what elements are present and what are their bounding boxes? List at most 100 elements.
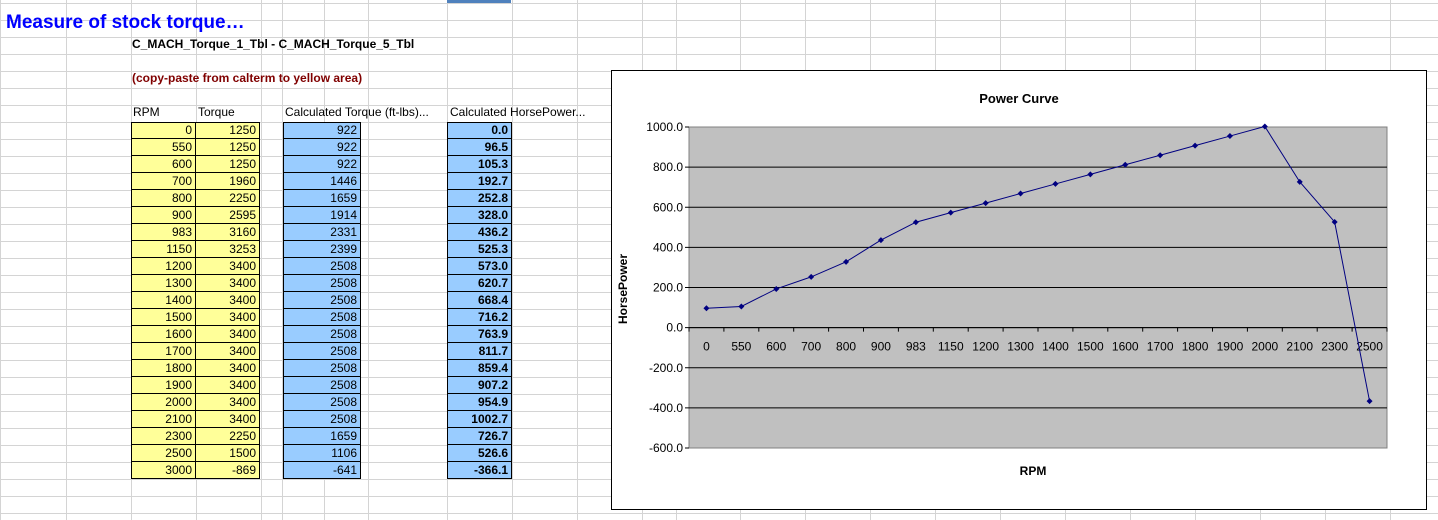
- torque-cell[interactable]: 1250: [195, 156, 260, 173]
- x-tick-label: 900: [871, 340, 891, 354]
- header-calc-torque[interactable]: Calculated Torque (ft-lbs)...: [285, 104, 429, 121]
- calc-hp-cell[interactable]: 763.9: [447, 326, 512, 343]
- calc-hp-cell[interactable]: 436.2: [447, 224, 512, 241]
- torque-cell[interactable]: 3400: [195, 326, 260, 343]
- x-tick-label: 1500: [1077, 340, 1104, 354]
- torque-cell[interactable]: 3400: [195, 411, 260, 428]
- rpm-cell[interactable]: 3000: [131, 462, 196, 479]
- calc-hp-cell[interactable]: 525.3: [447, 241, 512, 258]
- rpm-cell[interactable]: 1700: [131, 343, 196, 360]
- calc-hp-cell[interactable]: 859.4: [447, 360, 512, 377]
- rpm-cell[interactable]: 600: [131, 156, 196, 173]
- torque-cell[interactable]: 3400: [195, 292, 260, 309]
- torque-cell[interactable]: 3400: [195, 377, 260, 394]
- torque-cell[interactable]: 3400: [195, 309, 260, 326]
- calc-torque-cell[interactable]: 2508: [283, 377, 361, 394]
- calc-torque-cell[interactable]: 1106: [283, 445, 361, 462]
- calc-hp-cell[interactable]: 105.3: [447, 156, 512, 173]
- torque-cell[interactable]: -869: [195, 462, 260, 479]
- rpm-cell[interactable]: 1800: [131, 360, 196, 377]
- calc-hp-cell[interactable]: 192.7: [447, 173, 512, 190]
- rpm-cell[interactable]: 800: [131, 190, 196, 207]
- calc-hp-cell[interactable]: 716.2: [447, 309, 512, 326]
- torque-cell[interactable]: 1500: [195, 445, 260, 462]
- calc-hp-cell[interactable]: 328.0: [447, 207, 512, 224]
- torque-cell[interactable]: 2250: [195, 428, 260, 445]
- calc-torque-cell[interactable]: 922: [283, 122, 361, 139]
- rpm-cell[interactable]: 700: [131, 173, 196, 190]
- rpm-cell[interactable]: 1600: [131, 326, 196, 343]
- torque-cell[interactable]: 3400: [195, 275, 260, 292]
- calc-torque-cell[interactable]: 2508: [283, 309, 361, 326]
- calc-hp-cell[interactable]: 1002.7: [447, 411, 512, 428]
- torque-cell[interactable]: 3253: [195, 241, 260, 258]
- calc-hp-cell[interactable]: 526.6: [447, 445, 512, 462]
- x-tick-label: 2000: [1251, 340, 1278, 354]
- rpm-cell[interactable]: 2500: [131, 445, 196, 462]
- calc-torque-cell[interactable]: 2508: [283, 343, 361, 360]
- y-tick-label: -600.0: [649, 441, 683, 455]
- calc-torque-cell[interactable]: 2508: [283, 326, 361, 343]
- calc-torque-cell[interactable]: 2508: [283, 275, 361, 292]
- torque-cell[interactable]: 3400: [195, 258, 260, 275]
- x-tick-label: 1150: [938, 340, 964, 354]
- calc-torque-cell[interactable]: 2508: [283, 258, 361, 275]
- calc-torque-cell[interactable]: 2508: [283, 394, 361, 411]
- rpm-cell[interactable]: 2300: [131, 428, 196, 445]
- calc-hp-cell[interactable]: 726.7: [447, 428, 512, 445]
- calc-hp-cell[interactable]: 907.2: [447, 377, 512, 394]
- torque-cell[interactable]: 1250: [195, 139, 260, 156]
- header-calc-hp[interactable]: Calculated HorsePower...: [450, 104, 585, 121]
- y-tick-label: -400.0: [649, 401, 683, 415]
- rpm-cell[interactable]: 1400: [131, 292, 196, 309]
- calc-torque-cell[interactable]: 922: [283, 156, 361, 173]
- header-rpm[interactable]: RPM: [133, 104, 160, 121]
- calc-hp-cell[interactable]: 668.4: [447, 292, 512, 309]
- torque-cell[interactable]: 2250: [195, 190, 260, 207]
- rpm-cell[interactable]: 1150: [131, 241, 196, 258]
- rpm-cell[interactable]: 1200: [131, 258, 196, 275]
- x-tick-label: 1300: [1007, 340, 1034, 354]
- x-tick-label: 800: [836, 340, 856, 354]
- calc-hp-cell[interactable]: 252.8: [447, 190, 512, 207]
- calc-hp-cell[interactable]: 620.7: [447, 275, 512, 292]
- power-curve-chart[interactable]: Power Curve RPM HorsePower 1000.0 800.0 60…: [611, 70, 1427, 511]
- rpm-cell[interactable]: 1300: [131, 275, 196, 292]
- calc-hp-cell[interactable]: 96.5: [447, 139, 512, 156]
- calc-torque-cell[interactable]: 1659: [283, 190, 361, 207]
- rpm-cell[interactable]: 550: [131, 139, 196, 156]
- torque-cell[interactable]: 3160: [195, 224, 260, 241]
- torque-cell[interactable]: 3400: [195, 360, 260, 377]
- calc-torque-column: 922 922 922 1446 1659 1914 2331 2399 2508 2508 250…: [283, 122, 361, 479]
- rpm-cell[interactable]: 0: [131, 122, 196, 139]
- calc-torque-cell[interactable]: 2331: [283, 224, 361, 241]
- calc-torque-cell[interactable]: 922: [283, 139, 361, 156]
- rpm-cell[interactable]: 1500: [131, 309, 196, 326]
- calc-torque-cell[interactable]: -641: [283, 462, 361, 479]
- rpm-cell[interactable]: 900: [131, 207, 196, 224]
- rpm-cell[interactable]: 1900: [131, 377, 196, 394]
- calc-hp-cell[interactable]: 954.9: [447, 394, 512, 411]
- calc-hp-cell[interactable]: 811.7: [447, 343, 512, 360]
- calc-hp-cell[interactable]: 573.0: [447, 258, 512, 275]
- calc-torque-cell[interactable]: 2508: [283, 292, 361, 309]
- torque-cell[interactable]: 1960: [195, 173, 260, 190]
- calc-torque-cell[interactable]: 2399: [283, 241, 361, 258]
- rpm-cell[interactable]: 2100: [131, 411, 196, 428]
- calc-torque-cell[interactable]: 2508: [283, 360, 361, 377]
- torque-cell[interactable]: 2595: [195, 207, 260, 224]
- calc-torque-cell[interactable]: 2508: [283, 411, 361, 428]
- rpm-cell[interactable]: 2000: [131, 394, 196, 411]
- calc-torque-cell[interactable]: 1914: [283, 207, 361, 224]
- calc-hp-cell[interactable]: 0.0: [447, 122, 512, 139]
- calc-torque-cell[interactable]: 1659: [283, 428, 361, 445]
- calc-torque-cell[interactable]: 1446: [283, 173, 361, 190]
- torque-cell[interactable]: 1250: [195, 122, 260, 139]
- y-tick-label: 200.0: [653, 281, 683, 295]
- header-torque[interactable]: Torque: [198, 104, 235, 121]
- calc-hp-cell[interactable]: -366.1: [447, 462, 512, 479]
- rpm-cell[interactable]: 983: [131, 224, 196, 241]
- torque-cell[interactable]: 3400: [195, 343, 260, 360]
- torque-cell[interactable]: 3400: [195, 394, 260, 411]
- x-tick-label: 600: [766, 340, 786, 354]
